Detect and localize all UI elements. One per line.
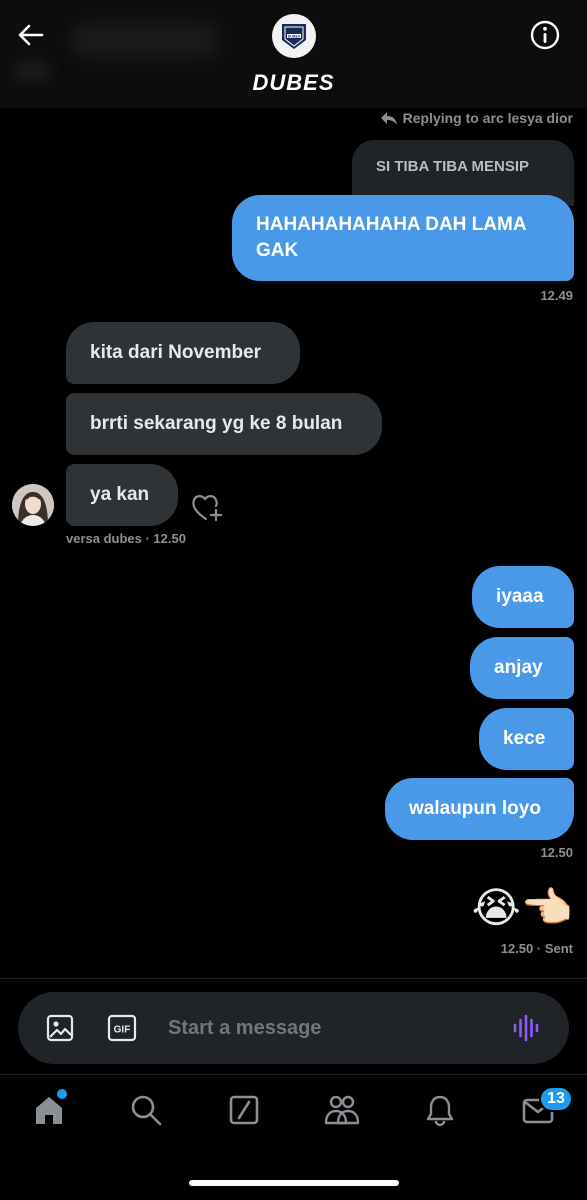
grok-icon [229,1095,259,1125]
message-bubble-outgoing[interactable]: HAHAHAHAHAHA DAH LAMA GAK [232,195,574,281]
message-text: brrti sekarang yg ke 8 bulan [90,413,343,434]
voice-message-button[interactable] [508,1010,544,1046]
reply-context: Replying to arc lesya dior [380,110,573,126]
notification-dot [57,1089,67,1099]
message-composer: GIF [18,992,569,1064]
add-reaction-button[interactable] [190,492,224,524]
message-timestamp: 12.50 [540,845,573,860]
nav-search[interactable] [126,1090,166,1130]
messages-badge: 13 [539,1086,573,1112]
image-icon [46,1014,74,1042]
group-avatar[interactable]: DUBES [272,14,316,58]
communities-icon [324,1095,360,1125]
message-text: walaupun loyo [409,798,541,819]
message-bubble-outgoing[interactable]: walaupun loyo [385,778,574,840]
divider [0,1074,587,1075]
message-timestamp: 12.49 [540,288,573,303]
info-button[interactable] [526,16,564,54]
heart-plus-icon [192,495,223,522]
voice-waveform-icon [513,1014,539,1042]
group-logo-text: DUBES [288,34,301,38]
message-bubble-incoming[interactable]: kita dari November [66,322,300,384]
back-button[interactable] [14,18,48,52]
home-indicator[interactable] [189,1180,399,1186]
info-circle-icon [530,20,560,50]
message-bubble-incoming[interactable]: brrti sekarang yg ke 8 bulan [66,393,382,455]
gif-icon: GIF [107,1014,137,1042]
blurred-region [70,22,220,58]
gif-button[interactable]: GIF [104,1010,140,1046]
message-text: anjay [494,657,543,678]
group-logo-icon: DUBES [282,24,306,49]
avatar[interactable] [12,484,54,526]
message-text: kece [503,728,546,749]
emoji-message[interactable]: 😭👈🏻 [472,884,573,932]
reply-arrow-icon [380,112,397,125]
image-button[interactable] [42,1010,78,1046]
message-status: 12.50 · Sent [500,941,573,956]
nav-communities[interactable] [322,1090,362,1130]
avatar-photo [12,484,54,526]
message-text: kita dari November [90,342,262,363]
message-text: HAHAHAHAHAHA DAH LAMA GAK [256,214,526,261]
nav-notifications[interactable] [420,1090,460,1130]
message-bubble-outgoing[interactable]: iyaaa [472,566,574,628]
arrow-left-icon [18,24,44,46]
divider [0,978,587,979]
reply-hint-text: Replying to arc lesya dior [402,110,573,126]
message-text: ya kan [90,484,150,505]
notifications-bell-icon [426,1095,454,1127]
message-text: iyaaa [496,586,544,607]
gif-label: GIF [114,1025,131,1036]
message-bubble-incoming[interactable]: ya kan [66,464,178,526]
sender-meta: versa dubes · 12.50 [66,531,186,546]
chat-header: DUBES DUBES [0,0,587,108]
message-bubble-outgoing[interactable]: kece [479,708,574,770]
message-bubble-outgoing[interactable]: anjay [470,637,574,699]
message-input[interactable] [168,1012,488,1044]
nav-grok[interactable] [224,1090,264,1130]
search-icon [131,1095,162,1126]
group-name[interactable]: DUBES [0,70,587,96]
